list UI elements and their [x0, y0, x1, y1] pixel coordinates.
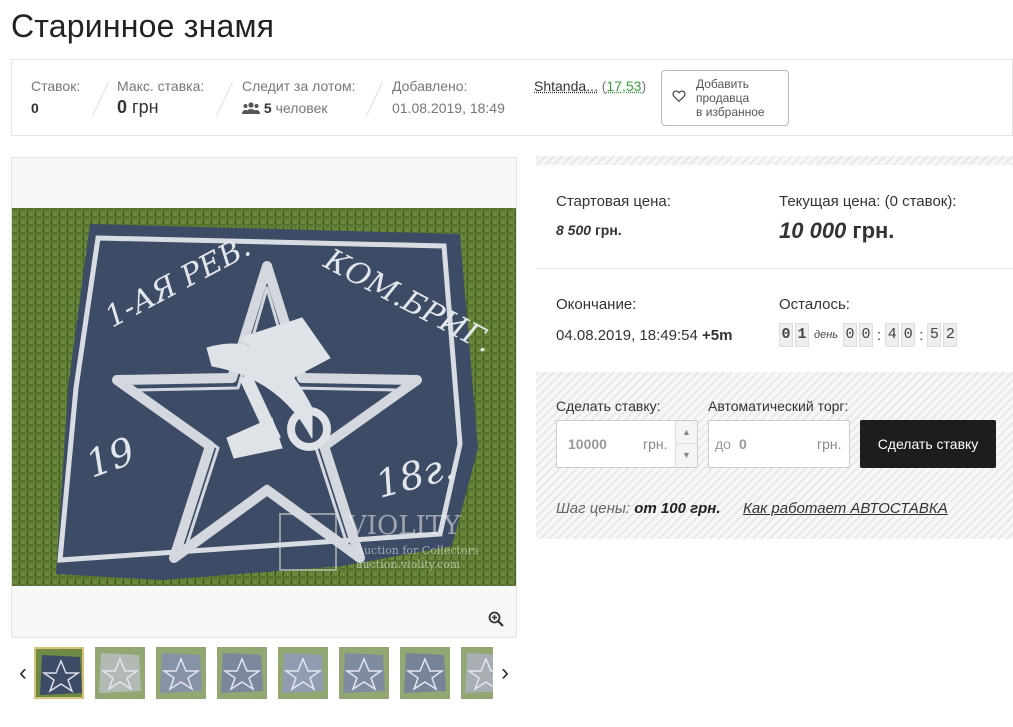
timer-digit: 1 — [795, 323, 809, 347]
thumbnail-image[interactable] — [34, 647, 84, 699]
watchers: Следит за лотом: 5 человек — [242, 78, 356, 116]
watermark-brand: VIOLITY — [347, 511, 461, 541]
timer-digit: 4 — [885, 323, 900, 347]
place-bid-button[interactable]: Сделать ставку — [860, 420, 996, 468]
added-label: Добавлено: — [392, 78, 468, 94]
current-price: Текущая цена: (0 ставок): 10 000 грн. — [779, 193, 957, 244]
page-title: Старинное знамя — [11, 8, 275, 44]
bid-amount-unit: грн. — [643, 436, 668, 452]
fav-line3: в избранное — [696, 105, 765, 119]
timer-digit: 0 — [859, 323, 874, 347]
added-date: Добавлено: 01.08.2019, 18:49 — [392, 78, 505, 116]
timer-digit: 2 — [943, 323, 958, 347]
watchers-label: Следит за лотом: — [242, 78, 356, 94]
end-time-value: 04.08.2019, 18:49:54 — [556, 327, 698, 344]
start-price: Стартовая цена: 8 500 грн. — [556, 193, 671, 238]
bids-value: 0 — [31, 100, 39, 116]
thumb-next-arrow[interactable]: › — [495, 659, 515, 687]
thumbnail-strip: ‹ › — [11, 647, 517, 701]
seller-rating-link[interactable]: 17,53 — [606, 78, 641, 94]
added-value: 01.08.2019, 18:49 — [392, 100, 505, 116]
bids-count: Ставок: 0 — [31, 78, 80, 116]
thumbnail-image[interactable] — [278, 647, 328, 699]
watermark-sub2: auction.violity.com — [356, 558, 461, 571]
autobid-help-link[interactable]: Как работает АВТОСТАВКА — [743, 500, 948, 517]
current-price-label: Текущая цена: (0 ставок): — [779, 193, 957, 210]
start-price-label: Стартовая цена: — [556, 193, 671, 210]
auto-bid-label: Автоматический торг: — [708, 398, 849, 414]
hatch-strip — [536, 156, 1013, 165]
timer-separator: : — [877, 326, 882, 344]
current-price-unit: грн. — [852, 218, 895, 243]
heart-icon — [672, 90, 686, 103]
auto-bid-prefix: до — [715, 436, 731, 452]
auto-bid-unit: грн. — [817, 436, 842, 452]
auto-bid-input[interactable]: до 0 грн. — [708, 420, 850, 468]
thumb-prev-arrow[interactable]: ‹ — [13, 659, 33, 687]
increase-bid-button[interactable]: ▲ — [676, 421, 697, 444]
bid-step-label: Шаг цены: — [556, 500, 631, 517]
timer-digit: 0 — [779, 323, 793, 347]
bid-amount-value: 10000 — [568, 436, 607, 452]
time-remaining: Осталось: 0 1 день 0 0 : 4 0 : 5 2 — [779, 296, 958, 347]
thumbnail-image[interactable] — [400, 647, 450, 699]
timer-separator: : — [919, 326, 924, 344]
thumbnail-image[interactable] — [217, 647, 267, 699]
timer-digit: 0 — [843, 323, 858, 347]
bids-label: Ставок: — [31, 78, 81, 94]
divider — [536, 268, 1013, 269]
divider — [92, 81, 109, 117]
timer-day-word: день — [814, 329, 839, 341]
auto-bid-value: 0 — [739, 436, 747, 452]
current-price-value: 10 000 — [779, 218, 847, 243]
divider — [216, 81, 233, 117]
start-price-unit: грн. — [594, 222, 622, 238]
divider — [366, 81, 383, 117]
time-remaining-label: Осталось: — [779, 296, 850, 313]
bid-step-info: Шаг цены: от 100 грн. — [556, 500, 721, 517]
watchers-unit: человек — [275, 100, 328, 116]
end-time-label: Окончание: — [556, 296, 637, 313]
end-time-tz: +5m — [701, 327, 733, 344]
bid-amount-input[interactable]: 10000 грн. ▲ ▼ — [556, 420, 698, 468]
lot-info-bar: Ставок: 0 Макс. ставка: 0 грн Следит за … — [11, 59, 1013, 136]
bid-step-value: от 100 грн. — [634, 500, 721, 517]
thumbnail-image[interactable] — [461, 647, 493, 699]
start-price-value: 8 500 — [556, 222, 592, 238]
countdown-timer: 0 1 день 0 0 : 4 0 : 5 2 — [779, 323, 958, 347]
timer-digit: 5 — [927, 323, 942, 347]
seller-info: Shtanda... (17,53) — [534, 78, 647, 94]
timer-digit: 0 — [901, 323, 916, 347]
make-bid-label: Сделать ставку: — [556, 398, 661, 414]
main-lot-image[interactable]: 1-АЯ РЕВ. КОМ.БРИГ. 19 18г. VIOLITY Auct… — [12, 208, 516, 586]
max-bid-value: 0 — [117, 97, 128, 117]
max-bid-label: Макс. ставка: — [117, 78, 205, 94]
watermark-sub1: Auction for Collectors — [355, 544, 479, 557]
max-bid: Макс. ставка: 0 грн — [117, 78, 204, 118]
zoom-icon[interactable] — [488, 611, 504, 627]
add-seller-to-favorites-button[interactable]: Добавить продавца в избранное — [661, 70, 789, 126]
max-bid-unit: грн — [132, 97, 159, 117]
bid-stepper: ▲ ▼ — [675, 421, 697, 467]
image-gallery: 1-АЯ РЕВ. КОМ.БРИГ. 19 18г. VIOLITY Auct… — [11, 157, 517, 638]
seller-name-link[interactable]: Shtanda... — [534, 78, 598, 94]
users-icon — [242, 102, 260, 114]
thumbnail-image[interactable] — [339, 647, 389, 699]
thumbnail-image[interactable] — [156, 647, 206, 699]
bid-panel: Сделать ставку: Автоматический торг: 100… — [536, 372, 1013, 539]
fav-line1: Добавить — [696, 77, 750, 91]
end-time: Окончание: 04.08.2019, 18:49:54 +5m — [556, 296, 732, 344]
fav-line2: продавца — [696, 91, 750, 105]
decrease-bid-button[interactable]: ▼ — [676, 444, 697, 467]
watchers-value: 5 — [263, 100, 272, 116]
thumbnail-image[interactable] — [95, 647, 145, 699]
